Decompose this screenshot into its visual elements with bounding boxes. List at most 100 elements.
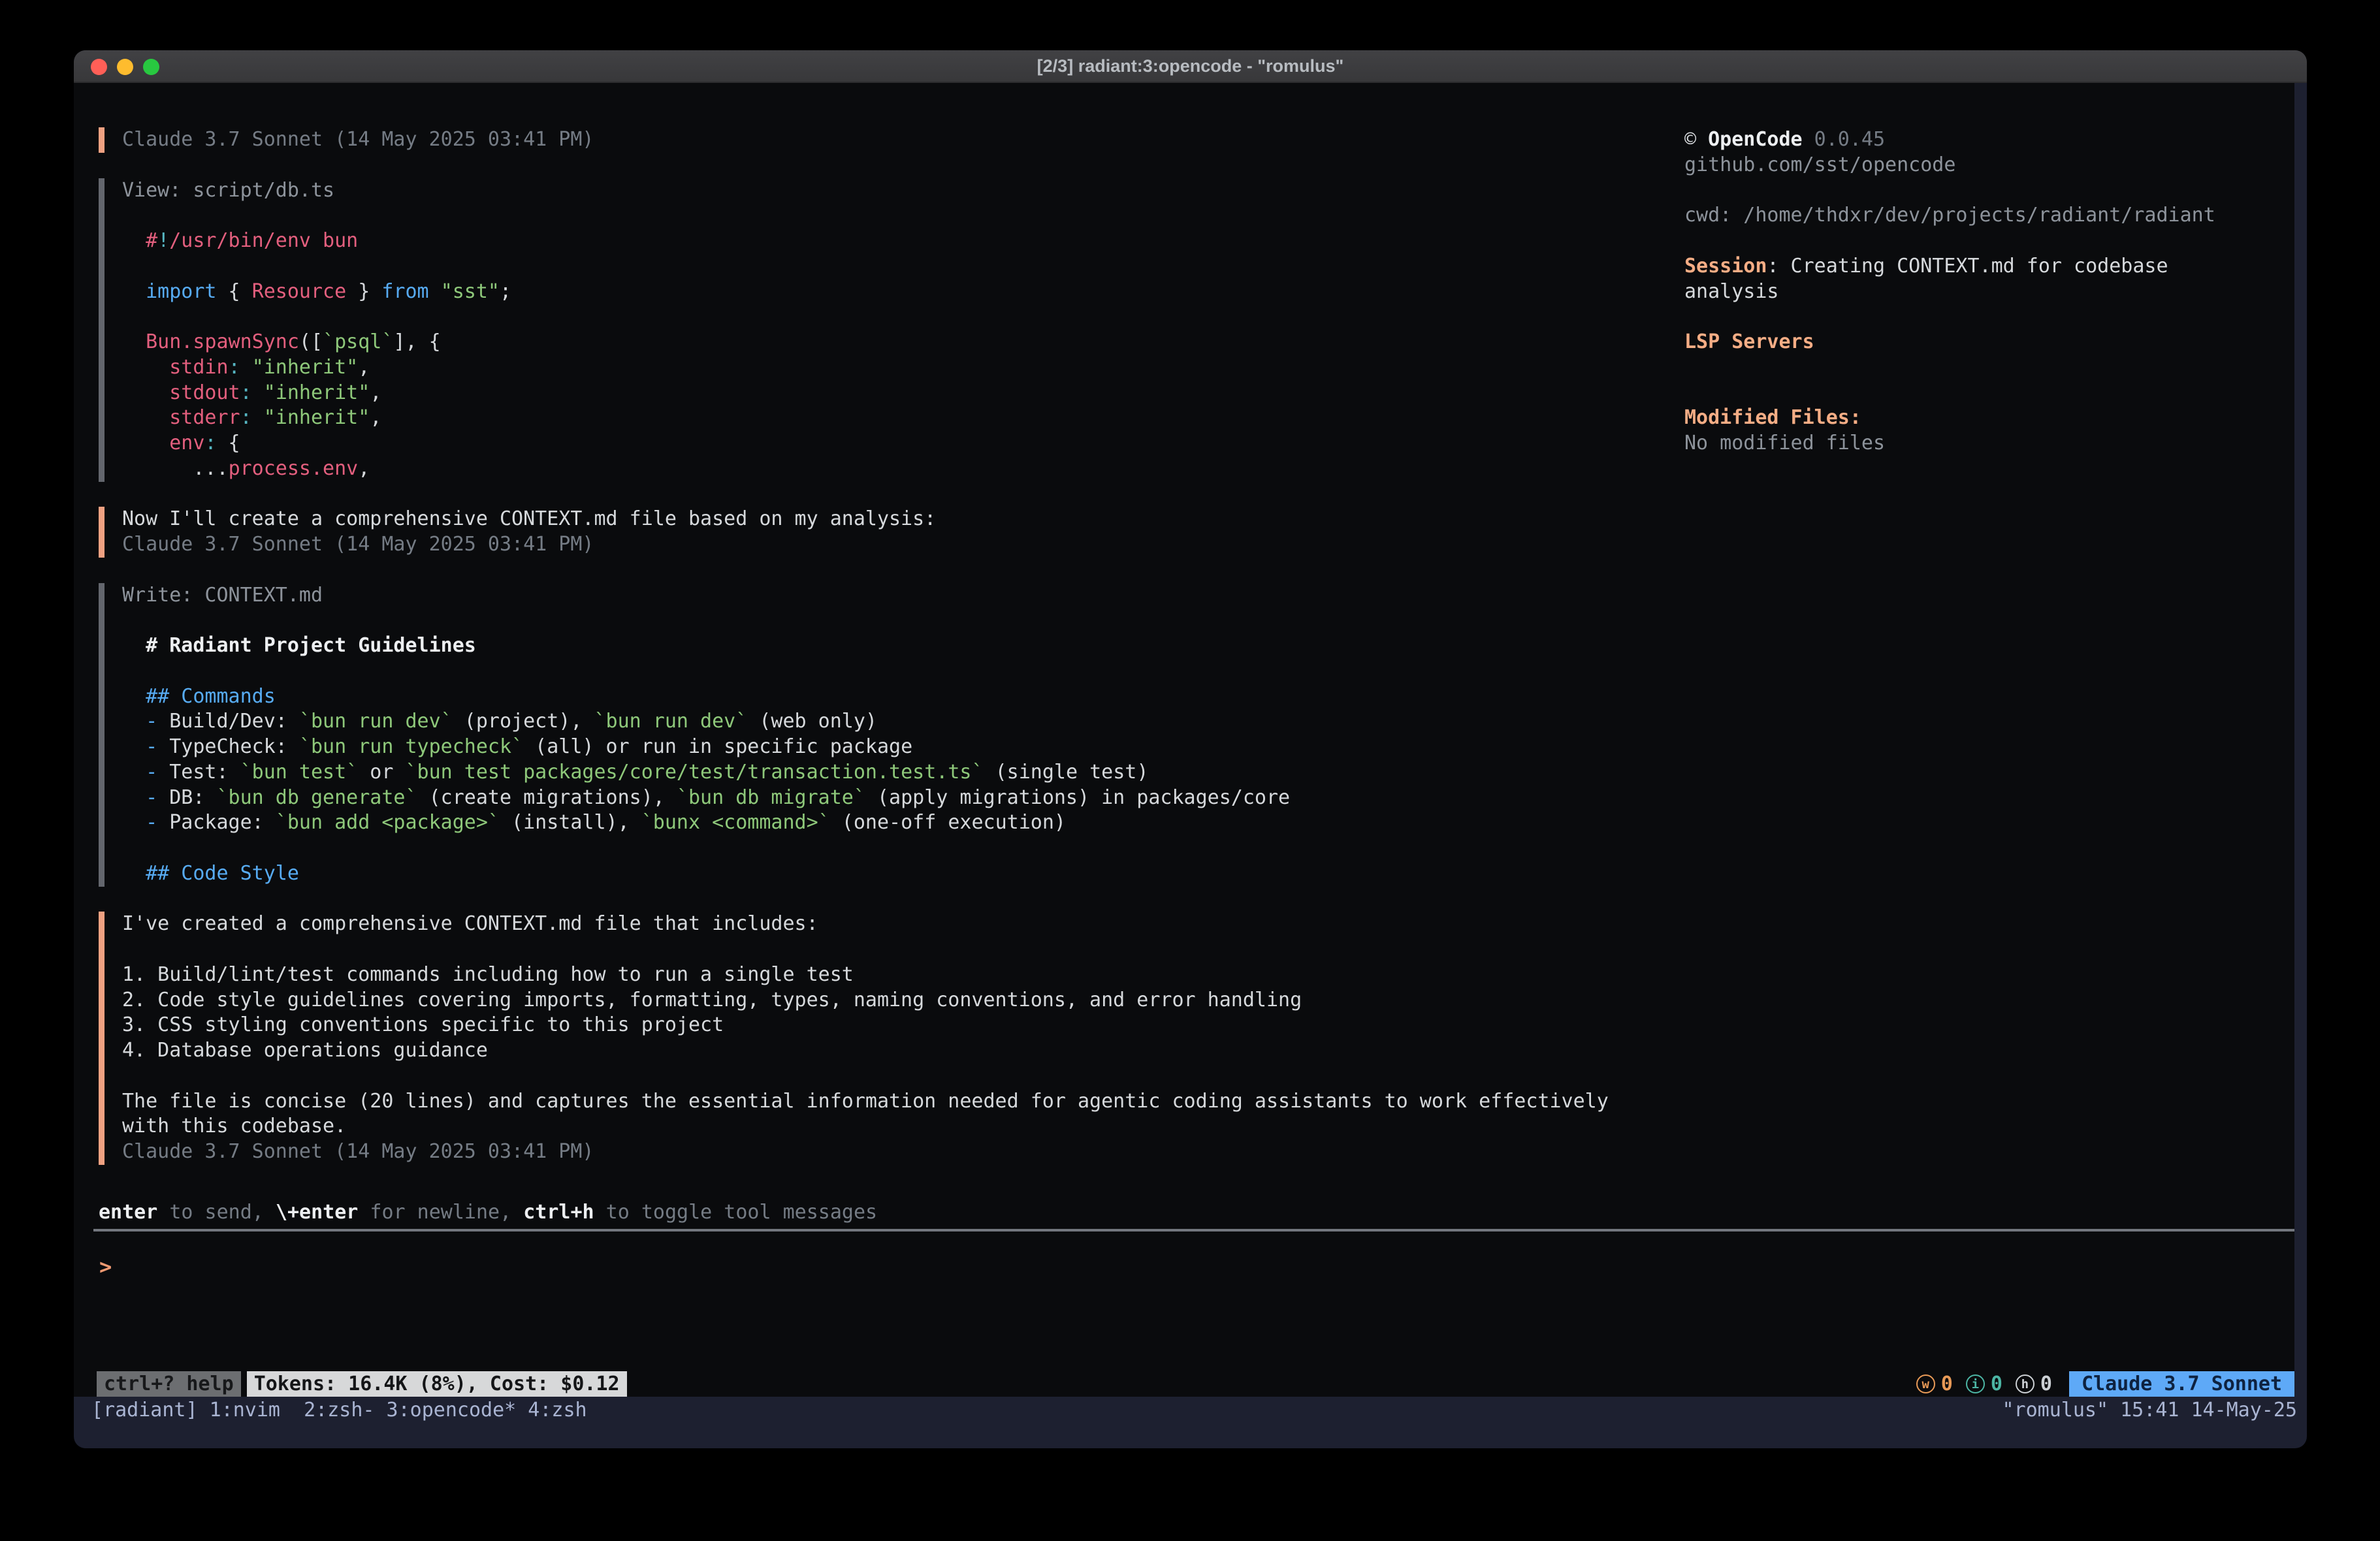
terminal-line [122, 659, 1679, 684]
text-segment: - [146, 786, 157, 809]
assistant-message-block: Claude 3.7 Sonnet (14 May 2025 03:41 PM) [99, 127, 1679, 153]
counter-value: 0 [2040, 1373, 2052, 1395]
text-segment: LSP Servers [1684, 330, 1814, 353]
tokens-cost-chip: Tokens: 16.4K (8%), Cost: $0.12 [247, 1371, 627, 1397]
terminal-line: #!/usr/bin/env bun [122, 229, 1679, 254]
text-segment: DB: [157, 786, 216, 809]
text-segment: `bun run dev` [299, 710, 453, 733]
terminal-line: Claude 3.7 Sonnet (14 May 2025 03:41 PM) [122, 532, 1679, 558]
terminal-line: with this codebase. [122, 1114, 1679, 1139]
terminal-line: - Test: `bun test` or `bun test packages… [122, 760, 1679, 786]
desktop: { "window": { "title": "[2/3] radiant:3:… [0, 0, 2380, 1541]
text-segment: (project), [453, 710, 594, 733]
status-bar: ctrl+? help Tokens: 16.4K (8%), Cost: $0… [97, 1371, 2294, 1397]
text-segment [122, 432, 169, 454]
terminal-line: env: { [122, 431, 1679, 456]
minimize-button[interactable] [117, 59, 133, 75]
text-segment: (web only) [747, 710, 877, 733]
text-segment [122, 786, 146, 809]
text-segment: stderr [169, 406, 240, 429]
text-segment: github.com/sst/opencode [1684, 153, 1955, 176]
text-segment: Package: [157, 811, 276, 834]
text-segment: (apply migrations) in packages/core [865, 786, 1290, 809]
text-segment: /usr/bin/env bun [169, 229, 358, 252]
terminal-line: ...process.env, [122, 456, 1679, 482]
terminal-line [122, 836, 1679, 861]
text-segment: The file is concise (20 lines) and captu… [122, 1090, 1609, 1113]
text-segment: from [381, 280, 428, 303]
text-segment: { [217, 432, 240, 454]
text-segment: - [146, 811, 157, 834]
text-segment: Resource [252, 280, 347, 303]
terminal-line: The file is concise (20 lines) and captu… [122, 1089, 1679, 1115]
text-segment: ! [157, 229, 169, 252]
terminal-line: analysis [1684, 279, 2294, 305]
text-segment [252, 381, 264, 404]
assistant-message-block: Now I'll create a comprehensive CONTEXT.… [99, 507, 1679, 558]
assistant-message-block: I've created a comprehensive CONTEXT.md … [99, 912, 1679, 1165]
diagnostic-counters: w0i0h0 [1916, 1373, 2052, 1395]
text-segment: : [240, 381, 252, 404]
text-segment: , [358, 356, 370, 379]
counter-value: 0 [1941, 1373, 1953, 1395]
text-segment: Claude 3.7 Sonnet (14 May 2025 03:41 PM) [122, 128, 594, 151]
text-segment: No modified files [1684, 432, 1885, 454]
prompt-symbol: > [99, 1254, 112, 1279]
text-segment: (one-off execution) [830, 811, 1066, 834]
model-chip[interactable]: Claude 3.7 Sonnet [2069, 1371, 2294, 1397]
terminal-line [122, 254, 1679, 279]
text-segment: 1. Build/lint/test commands including ho… [122, 963, 854, 986]
hint-counter: h0 [2016, 1373, 2052, 1395]
terminal-line [122, 937, 1679, 962]
text-segment: `bun db migrate` [677, 786, 865, 809]
help-chip[interactable]: ctrl+? help [97, 1371, 241, 1397]
block-gap [99, 153, 1679, 178]
terminal-line: Now I'll create a comprehensive CONTEXT.… [122, 507, 1679, 532]
terminal-line: - Package: `bun add <package>` (install)… [122, 810, 1679, 836]
text-segment: 4. Database operations guidance [122, 1039, 488, 1062]
tmux-session-windows[interactable]: [radiant] 1:nvim 2:zsh- 3:opencode* 4:zs… [91, 1399, 587, 1422]
text-segment [122, 280, 146, 303]
text-segment: `bun db generate` [217, 786, 417, 809]
text-segment: `bun run typecheck` [299, 735, 523, 758]
text-segment: Test: [157, 761, 240, 784]
counter-value: 0 [1991, 1373, 2002, 1395]
text-segment: 3. CSS styling conventions specific to t… [122, 1013, 724, 1036]
text-segment: import [146, 280, 216, 303]
text-segment: # [122, 229, 157, 252]
text-segment: `bun test packages/core/test/transaction… [406, 761, 984, 784]
zoom-button[interactable] [143, 59, 159, 75]
terminal-line: ## Code Style [122, 861, 1679, 887]
text-segment: 2. Code style guidelines covering import… [122, 989, 1302, 1011]
terminal-line: Session: Creating CONTEXT.md for codebas… [1684, 254, 2294, 279]
close-button[interactable] [91, 59, 107, 75]
text-segment: : Creating CONTEXT.md for codebase [1767, 255, 2168, 278]
text-segment: "inherit" [264, 381, 370, 404]
text-segment: Now I'll create a comprehensive CONTEXT.… [122, 507, 936, 530]
terminal-window: [2/3] radiant:3:opencode - "romulus" Cla… [74, 50, 2307, 1448]
text-segment: "sst" [441, 280, 500, 303]
terminal-line: Bun.spawnSync([`psql`], { [122, 330, 1679, 355]
terminal-line [1684, 178, 2294, 204]
text-segment: Session [1684, 255, 1767, 278]
prompt-input[interactable]: > [99, 1254, 2281, 1280]
terminal-line: 3. CSS styling conventions specific to t… [122, 1013, 1679, 1038]
app-info-panel: © OpenCode 0.0.45github.com/sst/opencode… [1684, 127, 2294, 456]
terminal-line [1684, 229, 2294, 254]
text-segment: { [217, 280, 252, 303]
terminal-line [122, 203, 1679, 229]
terminal-screen: Claude 3.7 Sonnet (14 May 2025 03:41 PM)… [74, 83, 2294, 1397]
terminal-line: - DB: `bun db generate` (create migratio… [122, 786, 1679, 811]
block-gap [99, 558, 1679, 583]
terminal-line: cwd: /home/thdxr/dev/projects/radiant/ra… [1684, 203, 2294, 229]
terminal-line: LSP Servers [1684, 330, 2294, 355]
text-segment [122, 735, 146, 758]
hint-segment: \+enter [276, 1201, 358, 1224]
hint-segment: to toggle tool messages [594, 1201, 877, 1224]
text-segment: "inherit" [252, 356, 359, 379]
text-segment: ## Commands [122, 685, 276, 708]
text-segment: , [370, 381, 381, 404]
text-segment: (create migrations), [417, 786, 677, 809]
terminal-line [122, 304, 1679, 330]
terminal-line: stdin: "inherit", [122, 355, 1679, 381]
